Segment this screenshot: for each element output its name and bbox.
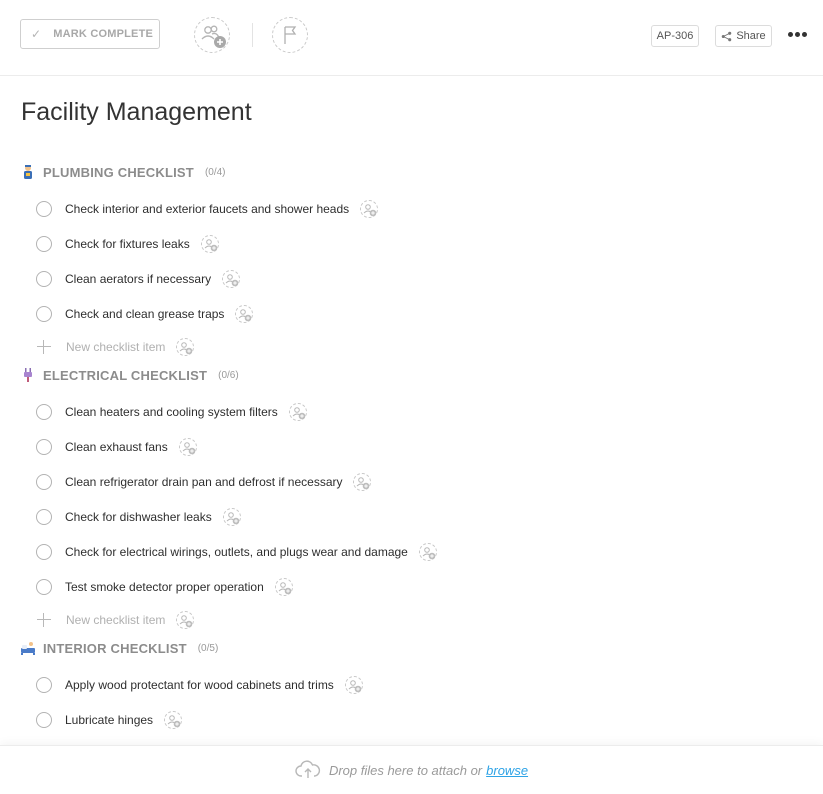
toolbar-divider [252,23,253,47]
checklist-item: Clean exhaust fans [36,437,197,457]
section-title: INTERIOR CHECKLIST [43,640,187,656]
section-progress: (0/6) [218,369,239,381]
checklist-item-text[interactable]: Check interior and exterior faucets and … [65,202,349,216]
assign-user-icon[interactable] [222,270,241,288]
page-title: Facility Management [21,98,252,126]
checklist-item-text[interactable]: Clean aerators if necessary [65,272,211,286]
priority-flag-button[interactable] [272,17,308,53]
share-icon [722,31,732,41]
assign-user-icon[interactable] [178,438,197,456]
section-header-electrical[interactable]: ELECTRICAL CHECKLIST (0/6) [20,365,239,385]
browse-link[interactable]: browse [486,763,528,778]
assign-user-icon[interactable] [235,305,254,323]
add-assignee-button[interactable] [194,17,230,53]
more-dots-icon [788,32,793,37]
checklist-item: Clean heaters and cooling system filters [36,402,307,422]
checklist-item-text[interactable]: Check for fixtures leaks [65,237,190,251]
plus-icon [36,339,52,355]
task-id-badge[interactable]: AP-306 [651,25,699,47]
assign-user-icon[interactable] [274,578,293,596]
checklist-item: Check for electrical wirings, outlets, a… [36,542,437,562]
task-toolbar: ✓ MARK COMPLETE AP-306 Share [0,0,823,76]
check-icon: ✓ [31,27,42,41]
checklist-item: Clean aerators if necessary [36,269,241,289]
assign-user-icon[interactable] [222,508,241,526]
checklist-checkbox[interactable] [36,439,52,455]
checklist-item-text[interactable]: Check for electrical wirings, outlets, a… [65,545,408,559]
assign-user-icon[interactable] [200,235,219,253]
checklist-item: Clean refrigerator drain pan and defrost… [36,472,372,492]
assign-user-icon[interactable] [164,711,183,729]
assign-user-icon[interactable] [418,543,437,561]
checklist-item-text[interactable]: Clean heaters and cooling system filters [65,405,278,419]
checklist-item-text[interactable]: Clean refrigerator drain pan and defrost… [65,475,342,489]
section-title: ELECTRICAL CHECKLIST [43,367,208,383]
section-title: PLUMBING CHECKLIST [43,164,194,180]
plus-icon [36,612,52,628]
mark-complete-button[interactable]: ✓ MARK COMPLETE [20,19,160,49]
checklist-item: Lubricate hinges [36,710,183,730]
assign-user-icon[interactable] [344,676,363,694]
checklist-item-text[interactable]: Test smoke detector proper operation [65,580,264,594]
cloud-upload-icon [295,760,321,778]
file-drop-zone[interactable]: Drop files here to attach or browse [0,745,823,794]
assign-user-icon[interactable] [176,611,195,629]
new-checklist-item[interactable]: New checklist item [36,337,195,357]
new-checklist-item-placeholder[interactable]: New checklist item [66,613,165,627]
share-button[interactable]: Share [715,25,772,47]
section-progress: (0/5) [197,642,219,654]
checklist-checkbox[interactable] [36,201,52,217]
drop-files-text: Drop files here to attach or [328,762,483,778]
share-label: Share [736,30,766,42]
checklist-checkbox[interactable] [36,677,52,693]
mark-complete-label: MARK COMPLETE [53,28,154,40]
bed-icon [21,642,35,655]
assign-user-icon[interactable] [176,338,195,356]
checklist-item-text[interactable]: Lubricate hinges [65,713,153,727]
section-progress: (0/4) [204,166,226,178]
checklist-item-text[interactable]: Check for dishwasher leaks [65,510,212,524]
checklist-checkbox[interactable] [36,404,52,420]
checklist-item: Check for dishwasher leaks [36,507,241,527]
checklist-item: Check for fixtures leaks [36,234,219,254]
checklist-checkbox[interactable] [36,509,52,525]
checklist-checkbox[interactable] [36,544,52,560]
assign-user-icon[interactable] [353,473,372,491]
assign-user-icon[interactable] [288,403,307,421]
checklist-item: Apply wood protectant for wood cabinets … [36,675,363,695]
checklist-checkbox[interactable] [36,236,52,252]
plumber-icon [24,165,32,179]
checklist-item-text[interactable]: Check and clean grease traps [65,307,224,321]
section-header-plumbing[interactable]: PLUMBING CHECKLIST (0/4) [20,162,226,182]
plug-icon [24,368,32,382]
assign-user-icon[interactable] [360,200,379,218]
checklist-item-text[interactable]: Apply wood protectant for wood cabinets … [65,678,334,692]
checklist-item: Test smoke detector proper operation [36,577,293,597]
checklist-checkbox[interactable] [36,579,52,595]
checklist-checkbox[interactable] [36,712,52,728]
section-header-interior[interactable]: INTERIOR CHECKLIST (0/5) [20,638,218,658]
checklist-item: Check and clean grease traps [36,304,254,324]
checklist-item: Check interior and exterior faucets and … [36,199,379,219]
new-checklist-item-placeholder[interactable]: New checklist item [66,340,165,354]
new-checklist-item[interactable]: New checklist item [36,610,195,630]
checklist-item-text[interactable]: Clean exhaust fans [65,440,168,454]
users-add-icon [201,25,226,48]
checklist-checkbox[interactable] [36,306,52,322]
checklist-checkbox[interactable] [36,271,52,287]
flag-icon [284,26,297,44]
more-options-button[interactable] [786,27,810,43]
checklist-checkbox[interactable] [36,474,52,490]
